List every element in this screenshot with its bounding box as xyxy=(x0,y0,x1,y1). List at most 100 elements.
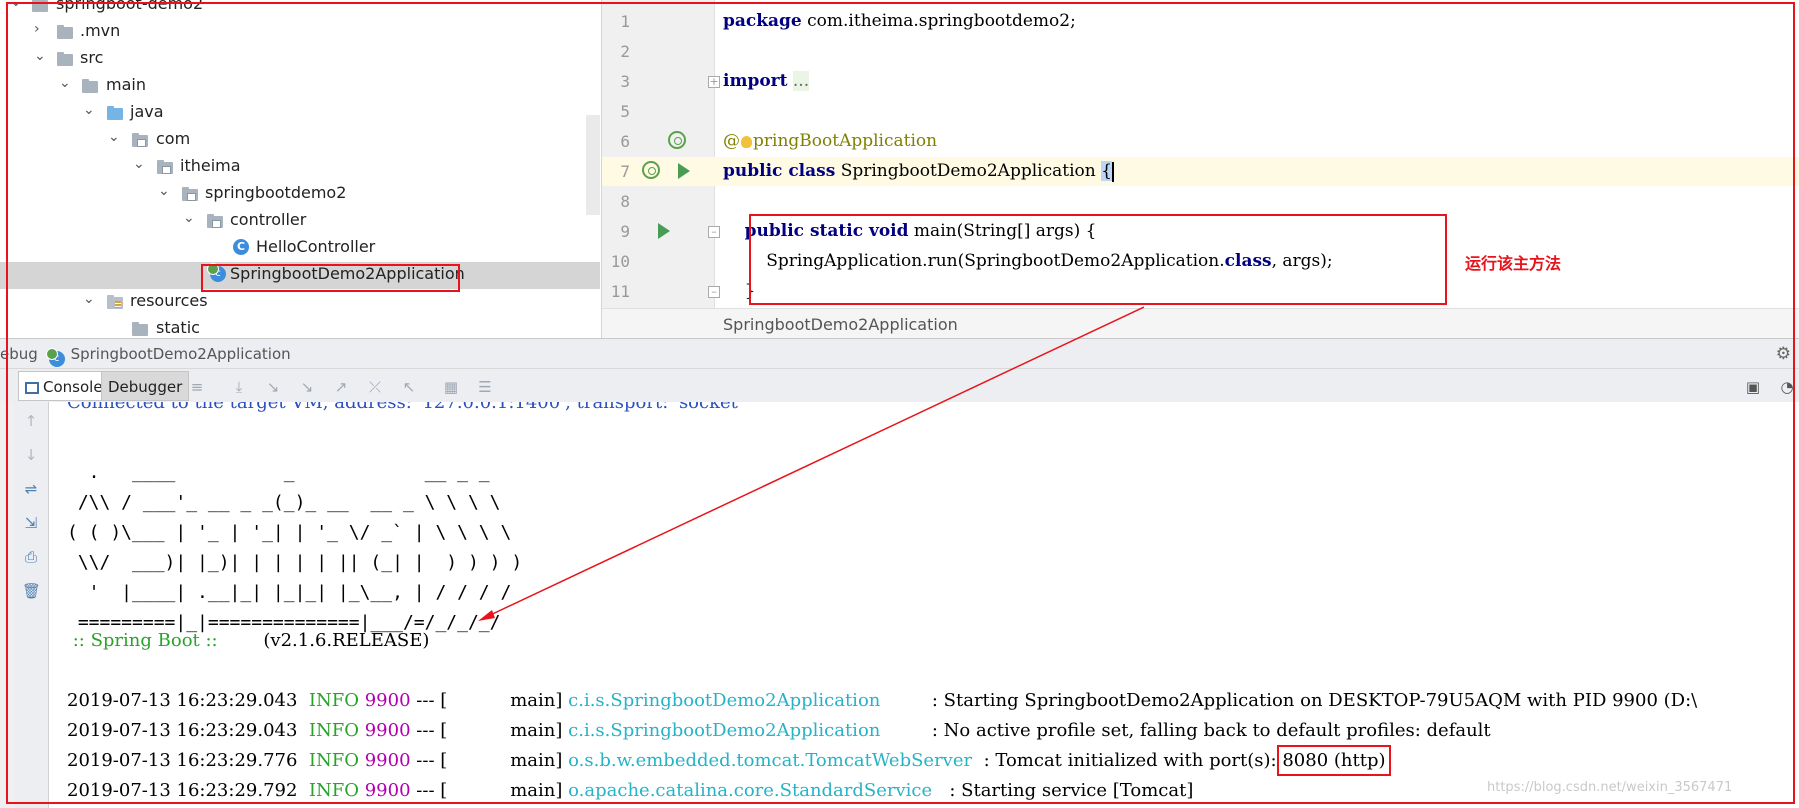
console-side-toolbar: ↑ ↓ ⇌ ⇲ ⎙ 🗑 xyxy=(14,402,49,808)
code-text: package com.itheima.springbootdemo2; xyxy=(723,11,1076,31)
code-text: public class SpringbootDemo2Application … xyxy=(723,161,1114,182)
code-text: import ... xyxy=(723,71,810,91)
fold-expand-icon[interactable]: + xyxy=(708,76,720,88)
spring-boot-version-line: :: Spring Boot :: (v2.1.6.RELEASE) xyxy=(67,630,430,651)
run-to-cursor-icon[interactable]: ↖ xyxy=(400,379,418,395)
chevron-right-icon[interactable]: › xyxy=(34,21,48,37)
tab-debugger[interactable]: Debugger xyxy=(101,371,190,401)
breadcrumb-class[interactable]: SpringbootDemo2Application xyxy=(723,315,958,334)
scroll-to-end-icon[interactable]: ⇲ xyxy=(22,514,40,532)
code-line[interactable]: 3 + import ... xyxy=(602,67,1799,96)
tree-item-mvn[interactable]: › .mvn xyxy=(0,19,600,46)
drop-frame-icon[interactable]: ⤫ xyxy=(366,379,384,395)
soft-wrap-icon[interactable]: ⇌ xyxy=(22,480,40,498)
step-out-icon[interactable]: ↗ xyxy=(332,379,350,395)
code-line[interactable]: 1 package com.itheima.springbootdemo2; xyxy=(602,7,1799,36)
tree-item-itheima[interactable]: ⌄ itheima xyxy=(0,154,600,181)
print-icon[interactable]: ⎙ xyxy=(22,548,40,566)
run-main-icon[interactable] xyxy=(658,223,670,239)
fold-end-icon[interactable]: – xyxy=(708,286,720,298)
tree-item-resources[interactable]: ⌄ resources xyxy=(0,289,600,316)
tree-item-label: .mvn xyxy=(80,21,121,40)
console-output[interactable]: Connected to the target VM, address: '12… xyxy=(49,402,1799,808)
run-config-name[interactable]: SpringbootDemo2Application xyxy=(71,345,291,363)
tree-item-springbootdemo2[interactable]: ⌄ springbootdemo2 xyxy=(0,181,600,208)
code-line[interactable]: 8 xyxy=(602,187,1799,216)
force-step-into-icon[interactable]: ↘ xyxy=(298,379,316,395)
code-line[interactable]: 5 xyxy=(602,97,1799,126)
chevron-down-icon[interactable]: ⌄ xyxy=(83,102,97,118)
chevron-down-icon[interactable]: ⌄ xyxy=(108,129,122,145)
debug-tool-window-title: ebug c SpringbootDemo2Application ⚙ xyxy=(0,338,1799,369)
tree-item-label: java xyxy=(130,102,164,121)
class-icon: C xyxy=(233,239,249,255)
line-number: 3 xyxy=(620,72,630,91)
chevron-down-icon[interactable]: ⌄ xyxy=(158,183,172,199)
step-into-icon[interactable]: ↘ xyxy=(264,379,282,395)
editor-breadcrumb[interactable]: SpringbootDemo2Application xyxy=(602,308,1799,338)
log-row: 2019-07-13 16:23:29.792 INFO 9900 --- [ … xyxy=(67,780,1194,801)
chevron-down-icon[interactable]: ⌄ xyxy=(83,291,97,307)
highlight-box-main-method xyxy=(749,214,1447,305)
chevron-down-icon[interactable]: ⌄ xyxy=(183,210,197,226)
tree-item-src[interactable]: ⌄ src xyxy=(0,46,600,73)
tree-item-java[interactable]: ⌄ java xyxy=(0,100,600,127)
chevron-down-icon[interactable]: ⌄ xyxy=(133,156,147,172)
code-editor[interactable]: 1 package com.itheima.springbootdemo2; 2… xyxy=(601,0,1799,338)
chevron-down-icon[interactable]: ⌄ xyxy=(10,0,24,10)
tree-item-main[interactable]: ⌄ main xyxy=(0,73,600,100)
code-line[interactable]: 2 xyxy=(602,37,1799,66)
console-icon xyxy=(25,381,39,394)
trash-icon[interactable]: 🗑 xyxy=(22,582,41,600)
annotation-note: 运行该主方法 xyxy=(1465,254,1562,273)
step-over-icon[interactable]: ⤓ xyxy=(230,379,248,395)
tree-item-com[interactable]: ⌄ com xyxy=(0,127,600,154)
chevron-down-icon[interactable]: ⌄ xyxy=(34,48,48,64)
folder-icon xyxy=(132,322,148,336)
spring-bean-icon[interactable] xyxy=(642,161,660,179)
tab-console[interactable]: Console xyxy=(18,371,110,401)
tree-item-controller[interactable]: ⌄ controller xyxy=(0,208,600,235)
package-icon xyxy=(157,160,173,174)
line-number: 1 xyxy=(620,12,630,31)
trace-stream-icon[interactable]: ☰ xyxy=(476,379,494,395)
console-connected-line: Connected to the target VM, address: '12… xyxy=(67,402,743,413)
tree-item-label: resources xyxy=(130,291,208,310)
source-folder-icon xyxy=(107,106,123,120)
folder-icon xyxy=(57,52,73,66)
line-number: 8 xyxy=(620,192,630,211)
tree-scrollbar[interactable] xyxy=(586,115,600,215)
spring-bean-icon[interactable] xyxy=(668,131,686,149)
layout-settings-icon[interactable]: ▣ xyxy=(1744,379,1762,395)
tree-item-hellocontroller[interactable]: C HelloController xyxy=(0,235,600,262)
tree-item-label: HelloController xyxy=(256,237,376,256)
log-row: 2019-07-13 16:23:29.043 INFO 9900 --- [ … xyxy=(67,690,1698,711)
line-number: 9 xyxy=(620,222,630,241)
line-number: 7 xyxy=(620,162,630,181)
restore-layout-icon[interactable]: ◔ xyxy=(1778,379,1796,395)
tree-item-label: springboot-demo2 xyxy=(56,0,204,13)
chevron-down-icon[interactable]: ⌄ xyxy=(59,75,73,91)
lightbulb-icon[interactable] xyxy=(741,135,752,148)
evaluate-expression-icon[interactable]: ▦ xyxy=(442,379,460,395)
folder-icon xyxy=(57,25,73,39)
left-debug-toolbar xyxy=(0,402,14,808)
package-icon xyxy=(182,187,198,201)
gear-icon[interactable]: ⚙ xyxy=(1776,344,1791,364)
up-arrow-icon[interactable]: ↑ xyxy=(22,412,40,430)
tree-item-label: springbootdemo2 xyxy=(205,183,347,202)
tree-item-springboot-demo2[interactable]: ⌄ springboot-demo2 xyxy=(0,0,600,19)
code-line-current[interactable]: 7 public class SpringbootDemo2Applicatio… xyxy=(602,157,1799,186)
code-line[interactable]: 6 @ pringBootApplication xyxy=(602,127,1799,156)
package-icon xyxy=(132,133,148,147)
line-number: 5 xyxy=(620,102,630,121)
fold-collapse-icon[interactable]: – xyxy=(708,226,720,238)
line-number: 11 xyxy=(610,282,630,301)
run-class-icon[interactable] xyxy=(678,163,690,179)
resources-folder-icon xyxy=(107,295,123,309)
down-arrow-icon[interactable]: ↓ xyxy=(22,446,40,464)
tree-item-label: static xyxy=(156,318,200,337)
show-execution-point-icon[interactable]: ≡ xyxy=(188,379,206,395)
tree-item-label: src xyxy=(80,48,104,67)
tree-item-static[interactable]: static xyxy=(0,316,600,338)
